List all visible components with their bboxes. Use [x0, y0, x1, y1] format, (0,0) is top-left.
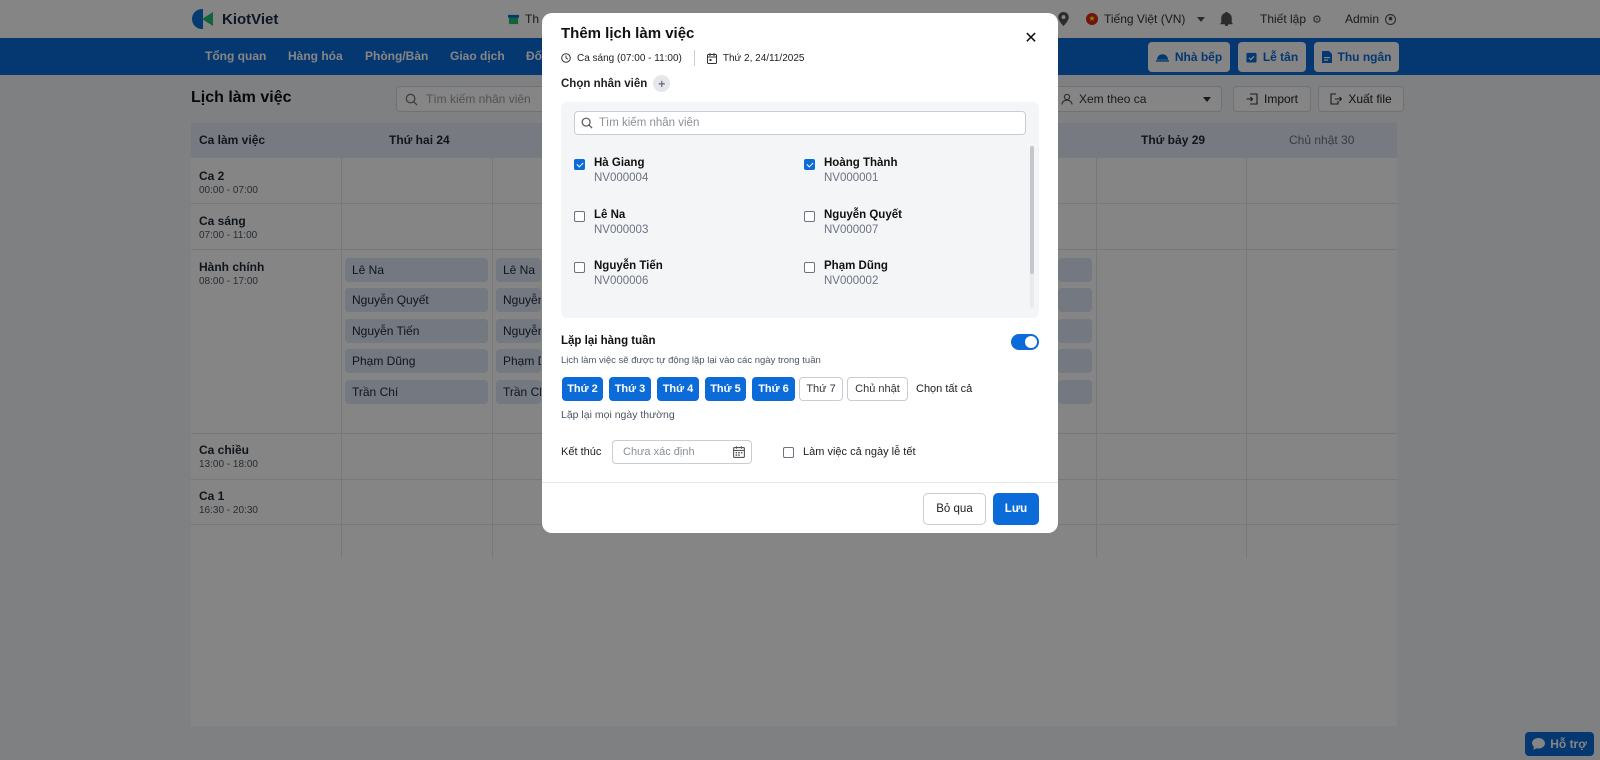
- staff-picker: Tìm kiếm nhân viên Hà Giang NV000004 Hoàn…: [561, 102, 1039, 318]
- repeat-weekly-toggle[interactable]: [1011, 334, 1039, 350]
- holiday-label: Làm việc cả ngày lễ tết: [803, 446, 916, 458]
- end-date-label: Kết thúc: [561, 446, 602, 458]
- repeat-summary: Lặp lại mọi ngày thường: [561, 409, 675, 421]
- footer-divider: [542, 482, 1058, 483]
- staff-option[interactable]: Nguyễn Tiến NV000006: [574, 260, 663, 287]
- staff-code: NV000002: [824, 275, 879, 287]
- clock-icon: [561, 53, 571, 63]
- scrollbar-thumb[interactable]: [1030, 146, 1034, 274]
- calendar-icon: [733, 446, 745, 458]
- add-schedule-dialog: Thêm lịch làm việc ✕ Ca sáng (07:00 - 11…: [542, 13, 1058, 533]
- staff-option[interactable]: Phạm Dũng NV000002: [804, 260, 888, 287]
- close-icon[interactable]: ✕: [1023, 30, 1039, 47]
- staff-option[interactable]: Nguyễn Quyết NV000007: [804, 209, 902, 236]
- staff-name: Phạm Dũng: [824, 260, 888, 272]
- staff-search-input[interactable]: Tìm kiếm nhân viên: [574, 111, 1026, 135]
- day-tuesday-button[interactable]: Thứ 3: [609, 377, 651, 401]
- staff-checkbox[interactable]: [574, 159, 585, 170]
- search-icon: [581, 117, 593, 129]
- staff-checkbox[interactable]: [574, 262, 585, 273]
- staff-name: Lê Na: [594, 209, 626, 221]
- day-sunday-button[interactable]: Chủ nhật: [847, 377, 908, 401]
- staff-checkbox[interactable]: [804, 262, 815, 273]
- staff-code: NV000004: [594, 172, 649, 184]
- staff-code: NV000003: [594, 224, 649, 236]
- staff-checkbox[interactable]: [804, 211, 815, 222]
- holiday-checkbox[interactable]: [783, 446, 794, 458]
- day-friday-button[interactable]: Thứ 6: [752, 377, 795, 401]
- day-wednesday-button[interactable]: Thứ 4: [657, 377, 699, 401]
- staff-name: Nguyễn Tiến: [594, 260, 663, 272]
- staff-checkbox[interactable]: [574, 211, 585, 222]
- add-staff-icon[interactable]: +: [653, 75, 671, 92]
- select-all-days-link[interactable]: Chọn tất cả: [916, 383, 972, 395]
- end-date-input[interactable]: Chưa xác định: [612, 440, 752, 464]
- day-saturday-button[interactable]: Thứ 7: [799, 377, 843, 401]
- staff-list-scrollbar[interactable]: [1030, 146, 1034, 308]
- staff-checkbox[interactable]: [804, 159, 815, 170]
- save-button[interactable]: Lưu: [993, 493, 1039, 525]
- date-info: Thứ 2, 24/11/2025: [722, 52, 805, 64]
- calendar-icon: [706, 52, 717, 64]
- staff-option[interactable]: Lê Na NV000003: [574, 209, 648, 236]
- staff-code: NV000006: [594, 275, 649, 287]
- staff-name: Hà Giang: [594, 157, 645, 169]
- repeat-weekly-label: Lặp lại hàng tuần: [561, 335, 656, 347]
- staff-name: Hoàng Thành: [824, 157, 898, 169]
- end-date-placeholder: Chưa xác định: [623, 446, 695, 458]
- repeat-description: Lịch làm việc sẽ được tự động lặp lại và…: [561, 355, 821, 366]
- choose-staff-label: Chọn nhân viên +: [561, 75, 671, 92]
- work-on-holidays-option[interactable]: Làm việc cả ngày lễ tết: [783, 446, 916, 458]
- cancel-button[interactable]: Bỏ qua: [923, 493, 986, 525]
- staff-option[interactable]: Hà Giang NV000004: [574, 157, 648, 184]
- shift-date-info: Ca sáng (07:00 - 11:00) Thứ 2, 24/11/202…: [561, 50, 804, 66]
- shift-info: Ca sáng (07:00 - 11:00): [577, 52, 682, 64]
- day-thursday-button[interactable]: Thứ 5: [705, 377, 746, 401]
- day-monday-button[interactable]: Thứ 2: [562, 377, 603, 401]
- staff-option[interactable]: Hoàng Thành NV000001: [804, 157, 897, 184]
- staff-search-placeholder: Tìm kiếm nhân viên: [599, 117, 700, 129]
- dialog-title: Thêm lịch làm việc: [561, 25, 695, 42]
- staff-name: Nguyễn Quyết: [824, 209, 902, 221]
- staff-code: NV000007: [824, 224, 879, 236]
- staff-code: NV000001: [824, 172, 879, 184]
